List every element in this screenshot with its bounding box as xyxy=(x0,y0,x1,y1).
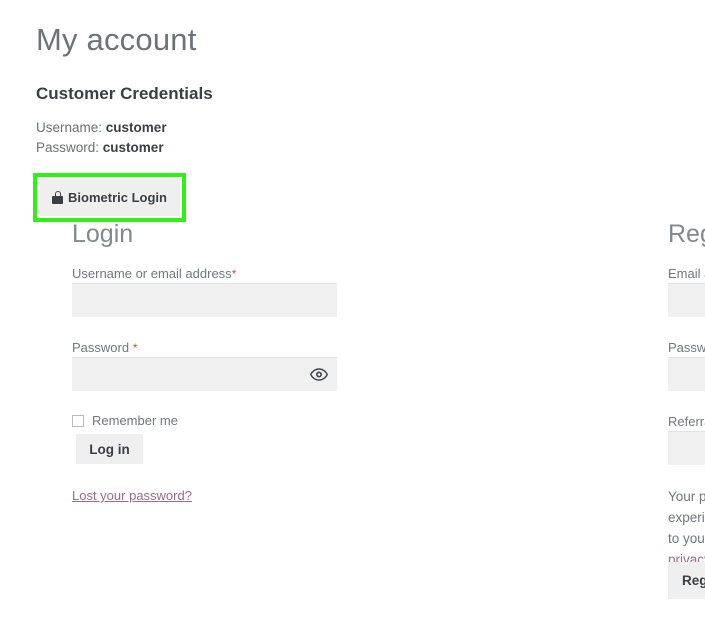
lock-icon xyxy=(52,191,64,204)
register-referral-input[interactable] xyxy=(668,431,705,465)
page-title: My account xyxy=(36,22,197,57)
lost-password-link[interactable]: Lost your password? xyxy=(72,488,192,503)
register-password-label: Password * xyxy=(668,339,705,357)
login-password-label: Password * xyxy=(72,339,137,357)
register-password-label-text: Password xyxy=(668,340,705,355)
log-in-button[interactable]: Log in xyxy=(76,434,143,464)
eye-icon xyxy=(310,367,328,381)
remember-me-label[interactable]: Remember me xyxy=(92,413,178,429)
register-email-label-text: Email address xyxy=(668,266,705,281)
register-password-input[interactable] xyxy=(668,357,705,391)
register-email-label: Email address* xyxy=(668,265,705,283)
login-username-label-text: Username or email address xyxy=(72,266,232,281)
login-show-password-toggle[interactable] xyxy=(308,363,330,385)
login-password-label-text: Password xyxy=(72,340,130,355)
credentials-username-label: Username: xyxy=(36,120,103,135)
register-button[interactable]: Register xyxy=(668,562,705,599)
required-asterisk: * xyxy=(132,341,138,355)
login-username-input[interactable] xyxy=(72,283,337,317)
lost-password-row: Lost your password? xyxy=(72,487,192,504)
remember-me-row[interactable]: Remember me xyxy=(72,413,178,429)
customer-credentials-heading: Customer Credentials xyxy=(36,84,213,103)
credentials-password-line: Password: customer xyxy=(36,139,164,157)
privacy-notice: Your personal data will be used to suppo… xyxy=(668,486,705,570)
credentials-password-label: Password: xyxy=(36,140,100,155)
credentials-username-value: customer xyxy=(105,120,167,135)
my-account-page: My account Customer Credentials Username… xyxy=(0,0,705,634)
biometric-login-label: Biometric Login xyxy=(68,190,167,205)
required-asterisk: * xyxy=(231,267,237,281)
remember-me-checkbox[interactable] xyxy=(72,415,84,427)
login-username-label: Username or email address* xyxy=(72,265,236,283)
login-heading: Login xyxy=(72,220,134,248)
credentials-username-line: Username: customer xyxy=(36,119,167,137)
register-email-input[interactable] xyxy=(668,283,705,317)
login-password-input[interactable] xyxy=(72,357,337,391)
credentials-password-value: customer xyxy=(102,140,164,155)
biometric-login-button[interactable]: Biometric Login xyxy=(39,179,180,216)
register-referral-label: Referral Username xyxy=(668,414,705,429)
register-heading: Register xyxy=(668,220,705,248)
privacy-notice-text: Your personal data will be used to suppo… xyxy=(668,489,705,546)
